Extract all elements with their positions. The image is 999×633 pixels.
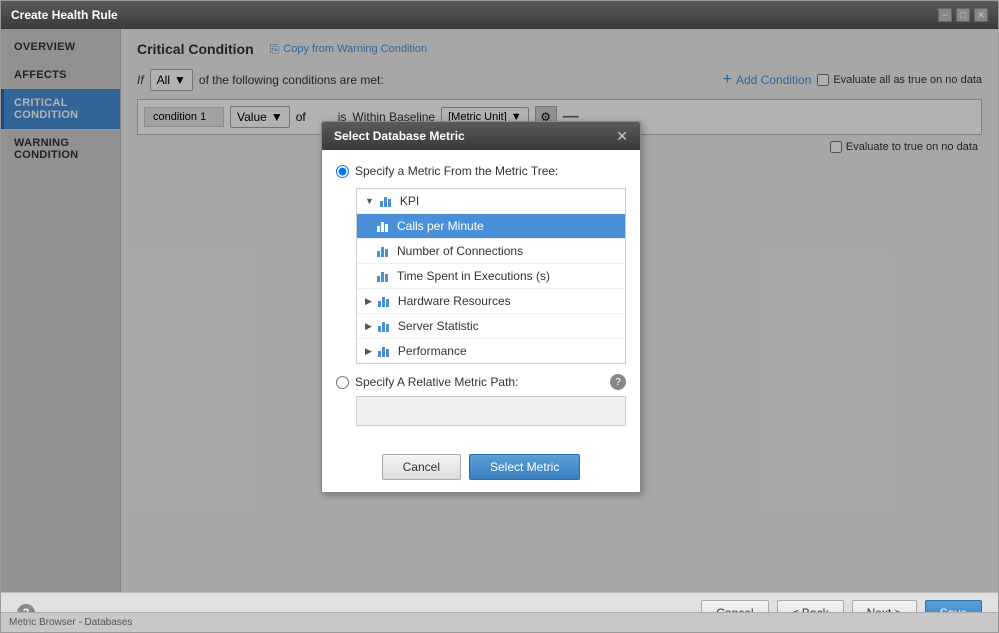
from-tree-label: Specify a Metric From the Metric Tree: (355, 164, 558, 178)
main-window: Create Health Rule − □ ✕ OVERVIEW AFFECT… (0, 0, 999, 633)
title-bar-controls: − □ ✕ (938, 8, 988, 22)
calls-per-minute-icon (377, 220, 391, 232)
metric-tree: ▼ KPI Calls per Minute (356, 188, 626, 364)
relative-path-help-icon[interactable]: ? (610, 374, 626, 390)
performance-label: Performance (398, 344, 467, 358)
tree-item-calls-per-minute[interactable]: Calls per Minute (357, 214, 625, 239)
modal-header: Select Database Metric ✕ (322, 122, 640, 150)
kpi-label: KPI (400, 194, 419, 208)
kpi-folder-icon (380, 195, 394, 207)
title-bar: Create Health Rule − □ ✕ (1, 1, 998, 29)
modal-close-button[interactable]: ✕ (616, 129, 628, 143)
maximize-button[interactable]: □ (956, 8, 970, 22)
tree-item-time-spent[interactable]: Time Spent in Executions (s) (357, 264, 625, 289)
number-connections-icon (377, 245, 391, 257)
relative-path-radio[interactable] (336, 376, 349, 389)
tree-item-performance[interactable]: ▶ Performance (357, 339, 625, 363)
tree-item-kpi[interactable]: ▼ KPI (357, 189, 625, 214)
number-connections-label: Number of Connections (397, 244, 523, 258)
tree-item-hardware-resources[interactable]: ▶ Hardware Resources (357, 289, 625, 314)
tree-item-server-statistic[interactable]: ▶ Server Statistic (357, 314, 625, 339)
hardware-resources-arrow: ▶ (365, 296, 372, 307)
close-button[interactable]: ✕ (974, 8, 988, 22)
hardware-resources-icon (378, 295, 392, 307)
hardware-resources-label: Hardware Resources (398, 294, 511, 308)
time-spent-label: Time Spent in Executions (s) (397, 269, 550, 283)
from-tree-radio[interactable] (336, 165, 349, 178)
modal-title: Select Database Metric (334, 129, 465, 143)
relative-path-option[interactable]: Specify A Relative Metric Path: (336, 375, 610, 389)
minimize-button[interactable]: − (938, 8, 952, 22)
server-statistic-icon (378, 320, 392, 332)
performance-arrow: ▶ (365, 346, 372, 357)
relative-path-row: Specify A Relative Metric Path: ? (336, 374, 626, 390)
relative-path-input[interactable] (356, 396, 626, 426)
time-spent-icon (377, 270, 391, 282)
modal-cancel-button[interactable]: Cancel (382, 454, 461, 480)
status-text: Metric Browser - Databases (9, 617, 132, 628)
select-database-metric-modal: Select Database Metric ✕ Specify a Metri… (321, 121, 641, 493)
kpi-arrow: ▼ (365, 196, 374, 206)
performance-icon (378, 345, 392, 357)
tree-item-number-of-connections[interactable]: Number of Connections (357, 239, 625, 264)
modal-select-button[interactable]: Select Metric (469, 454, 580, 480)
from-tree-option[interactable]: Specify a Metric From the Metric Tree: (336, 164, 626, 178)
status-bar: Metric Browser - Databases (1, 612, 998, 632)
modal-footer: Cancel Select Metric (322, 446, 640, 492)
relative-path-input-container (356, 396, 626, 438)
server-statistic-arrow: ▶ (365, 321, 372, 332)
server-statistic-label: Server Statistic (398, 319, 479, 333)
calls-per-minute-label: Calls per Minute (397, 219, 484, 233)
relative-path-label: Specify A Relative Metric Path: (355, 375, 518, 389)
modal-body: Specify a Metric From the Metric Tree: ▼… (322, 150, 640, 446)
window-title: Create Health Rule (11, 8, 118, 22)
